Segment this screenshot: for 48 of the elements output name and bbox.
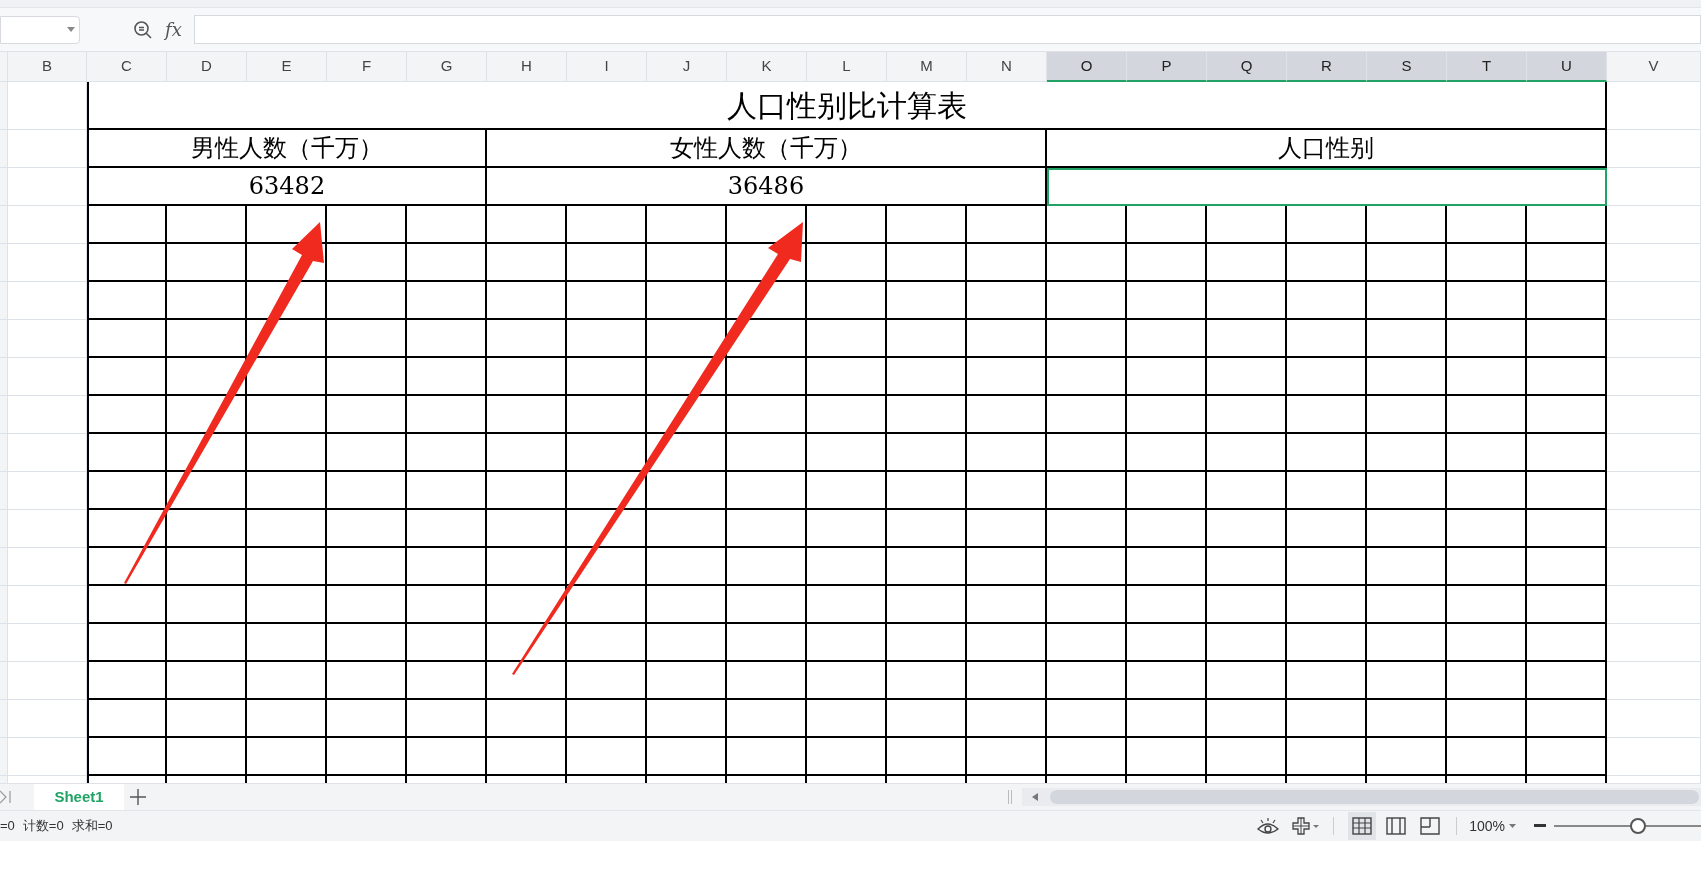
column-header[interactable]: E bbox=[247, 52, 327, 82]
column-header[interactable]: R bbox=[1287, 52, 1367, 82]
table-cell[interactable]: 63482 bbox=[87, 168, 487, 206]
grid-view-icon bbox=[1352, 817, 1373, 835]
status-stat: 计数=0 bbox=[22, 817, 64, 836]
column-header[interactable]: V bbox=[1607, 52, 1701, 82]
last-sheet-icon[interactable] bbox=[0, 790, 12, 804]
column-header[interactable]: Q bbox=[1207, 52, 1287, 82]
column-header[interactable]: J bbox=[647, 52, 727, 82]
table-header-cell[interactable]: 男性人数（千万） bbox=[87, 130, 487, 168]
page-break-view-icon bbox=[1420, 817, 1441, 835]
add-sheet-icon[interactable] bbox=[130, 789, 146, 805]
scroll-left-icon[interactable] bbox=[1032, 793, 1038, 801]
zoom-slider-thumb[interactable] bbox=[1629, 818, 1646, 834]
column-header[interactable]: G bbox=[407, 52, 487, 82]
column-header[interactable]: P bbox=[1127, 52, 1207, 82]
zoom-percent[interactable]: 100% bbox=[1469, 815, 1505, 837]
columns-view-icon bbox=[1386, 817, 1407, 835]
column-header[interactable]: K bbox=[727, 52, 807, 82]
status-stat: =0 bbox=[0, 817, 15, 836]
table-header-cell[interactable]: 女性人数（千万） bbox=[487, 130, 1047, 168]
column-header[interactable]: I bbox=[567, 52, 647, 82]
zoom-out-icon[interactable] bbox=[1534, 824, 1546, 828]
table-cell[interactable] bbox=[1047, 168, 1607, 206]
column-header[interactable]: N bbox=[967, 52, 1047, 82]
eye-icon[interactable] bbox=[1257, 817, 1280, 835]
column-header[interactable]: O bbox=[1047, 52, 1127, 82]
function-label[interactable]: fx bbox=[165, 16, 182, 43]
column-header[interactable]: H bbox=[487, 52, 567, 82]
table-title: 人口性别比计算表 bbox=[87, 82, 1607, 130]
column-header[interactable]: C bbox=[87, 52, 167, 82]
column-header[interactable]: T bbox=[1447, 52, 1527, 82]
column-header[interactable]: S bbox=[1367, 52, 1447, 82]
caret-icon bbox=[67, 27, 75, 32]
column-header[interactable]: U bbox=[1527, 52, 1607, 82]
column-header[interactable]: F bbox=[327, 52, 407, 82]
zoom-icon[interactable] bbox=[133, 19, 153, 40]
caret-icon[interactable] bbox=[1509, 824, 1516, 828]
column-header[interactable]: D bbox=[167, 52, 247, 82]
formula-input[interactable] bbox=[193, 15, 1701, 44]
column-header[interactable]: B bbox=[8, 52, 87, 82]
table-cell[interactable]: 36486 bbox=[487, 168, 1047, 206]
column-header[interactable]: L bbox=[807, 52, 887, 82]
table-header-cell[interactable]: 人口性别 bbox=[1047, 130, 1607, 168]
column-header[interactable]: M bbox=[887, 52, 967, 82]
view-button[interactable] bbox=[1348, 812, 1377, 840]
cross-icon[interactable] bbox=[1291, 817, 1320, 835]
status-stat: 求和=0 bbox=[71, 817, 113, 836]
